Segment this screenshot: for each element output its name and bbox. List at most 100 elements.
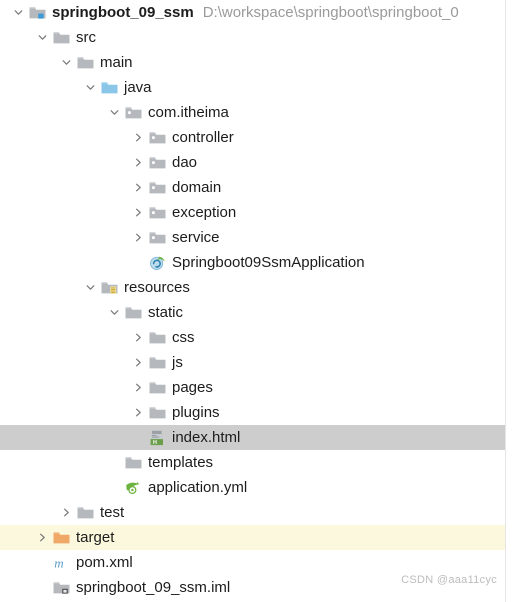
tree-twisty-placeholder xyxy=(34,550,51,575)
chevron-right-icon[interactable] xyxy=(34,525,51,550)
tree-row-label: domain xyxy=(172,179,222,196)
tree-row-label: static xyxy=(148,304,184,321)
chevron-down-icon[interactable] xyxy=(34,25,51,50)
package-icon xyxy=(147,175,167,200)
chevron-right-icon[interactable] xyxy=(130,200,147,225)
tree-row[interactable]: controller xyxy=(0,125,518,150)
tree-row[interactable]: test xyxy=(0,500,518,525)
folder-icon xyxy=(147,325,167,350)
tree-row-label: service xyxy=(172,229,220,246)
maven-file-icon: m xyxy=(51,550,71,575)
project-path-label: D:\workspace\springboot\springboot_0 xyxy=(202,4,459,21)
tree-row-label: Springboot09SsmApplication xyxy=(172,254,365,271)
chevron-right-icon[interactable] xyxy=(130,350,147,375)
package-icon xyxy=(147,150,167,175)
tree-row-label: com.itheima xyxy=(148,104,229,121)
iml-file-icon xyxy=(51,575,71,600)
chevron-right-icon[interactable] xyxy=(130,175,147,200)
package-icon xyxy=(123,100,143,125)
chevron-right-icon[interactable] xyxy=(58,500,75,525)
package-icon xyxy=(147,200,167,225)
tree-row[interactable]: templates xyxy=(0,450,518,475)
tree-row[interactable]: static xyxy=(0,300,518,325)
source-folder-icon xyxy=(99,75,119,100)
tree-row[interactable]: js xyxy=(0,350,518,375)
tree-twisty-placeholder xyxy=(106,450,123,475)
chevron-down-icon[interactable] xyxy=(82,75,99,100)
tree-twisty-placeholder xyxy=(130,425,147,450)
chevron-right-icon[interactable] xyxy=(130,400,147,425)
tree-row-label: java xyxy=(124,79,152,96)
tree-row[interactable]: target xyxy=(0,525,518,550)
package-icon xyxy=(147,125,167,150)
tree-row[interactable]: exception xyxy=(0,200,518,225)
tree-row-label: target xyxy=(76,529,115,546)
folder-icon xyxy=(123,450,143,475)
tree-row-label: plugins xyxy=(172,404,220,421)
tree-row[interactable]: domain xyxy=(0,175,518,200)
tree-row[interactable]: pages xyxy=(0,375,518,400)
folder-icon xyxy=(75,50,95,75)
tree-row-label: resources xyxy=(124,279,190,296)
watermark: CSDN @aaa11cyc xyxy=(401,574,497,586)
resources-folder-icon xyxy=(99,275,119,300)
chevron-down-icon[interactable] xyxy=(58,50,75,75)
folder-icon xyxy=(147,400,167,425)
tree-row[interactable]: Springboot09SsmApplication xyxy=(0,250,518,275)
tree-row[interactable]: dao xyxy=(0,150,518,175)
tree-row[interactable]: css xyxy=(0,325,518,350)
tree-twisty-placeholder xyxy=(130,250,147,275)
folder-icon xyxy=(147,350,167,375)
tree-row-label: test xyxy=(100,504,125,521)
tree-row[interactable]: springboot_09_ssm D:\workspace\springboot… xyxy=(0,0,518,25)
html-file-icon: H xyxy=(147,425,167,450)
tree-row[interactable]: java xyxy=(0,75,518,100)
folder-icon xyxy=(147,375,167,400)
tree-twisty-placeholder xyxy=(106,475,123,500)
tree-row[interactable]: main xyxy=(0,50,518,75)
tree-row[interactable]: Hindex.html xyxy=(0,425,518,450)
tree-row-label: src xyxy=(76,29,96,46)
tree-row[interactable]: resources xyxy=(0,275,518,300)
tree-row-label: main xyxy=(100,54,133,71)
tree-row[interactable]: service xyxy=(0,225,518,250)
tree-row-label: pom.xml xyxy=(76,554,133,571)
tree-row-label: pages xyxy=(172,379,213,396)
excluded-folder-icon xyxy=(51,525,71,550)
tree-row-label: index.html xyxy=(172,429,241,446)
chevron-down-icon[interactable] xyxy=(82,275,99,300)
tree-row[interactable]: com.itheima xyxy=(0,100,518,125)
tree-row[interactable]: m pom.xml xyxy=(0,550,518,575)
chevron-right-icon[interactable] xyxy=(130,125,147,150)
svg-text:H: H xyxy=(153,439,157,445)
folder-icon xyxy=(51,25,71,50)
tree-row-label: js xyxy=(172,354,183,371)
chevron-right-icon[interactable] xyxy=(130,375,147,400)
spring-class-icon xyxy=(147,250,167,275)
chevron-right-icon[interactable] xyxy=(130,325,147,350)
tree-row-label: controller xyxy=(172,129,234,146)
panel-right-gutter xyxy=(506,0,518,602)
tree-row-label: exception xyxy=(172,204,237,221)
folder-icon xyxy=(75,500,95,525)
tree-row[interactable]: plugins xyxy=(0,400,518,425)
spring-config-icon xyxy=(123,475,143,500)
project-tree[interactable]: springboot_09_ssm D:\workspace\springboot… xyxy=(0,0,518,602)
tree-row-label: dao xyxy=(172,154,198,171)
chevron-down-icon[interactable] xyxy=(106,300,123,325)
tree-row-label: css xyxy=(172,329,195,346)
folder-icon xyxy=(123,300,143,325)
tree-twisty-placeholder xyxy=(34,575,51,600)
chevron-right-icon[interactable] xyxy=(130,225,147,250)
tree-row-label: springboot_09_ssm xyxy=(52,4,194,21)
tree-row-label: templates xyxy=(148,454,214,471)
module-folder-icon xyxy=(27,0,47,25)
tree-row[interactable]: src xyxy=(0,25,518,50)
chevron-down-icon[interactable] xyxy=(106,100,123,125)
tree-row-label: springboot_09_ssm.iml xyxy=(76,579,231,596)
package-icon xyxy=(147,225,167,250)
tree-row-label: application.yml xyxy=(148,479,248,496)
chevron-down-icon[interactable] xyxy=(10,0,27,25)
tree-row[interactable]: application.yml xyxy=(0,475,518,500)
chevron-right-icon[interactable] xyxy=(130,150,147,175)
